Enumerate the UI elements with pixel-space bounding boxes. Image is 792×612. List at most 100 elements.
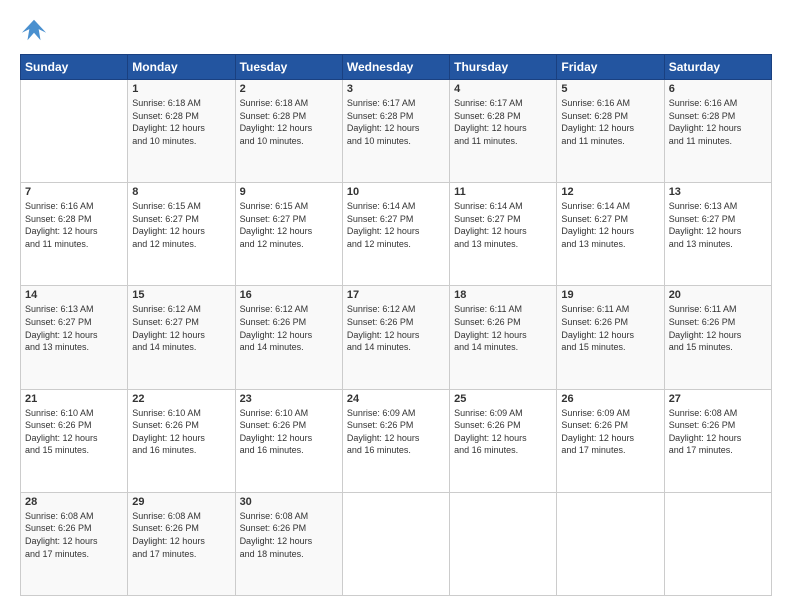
day-cell: 28 Sunrise: 6:08 AM Sunset: 6:26 PM Dayli… <box>21 492 128 595</box>
day-number: 21 <box>25 393 123 405</box>
day-number: 16 <box>240 289 338 301</box>
calendar-header: SundayMondayTuesdayWednesdayThursdayFrid… <box>21 55 772 80</box>
day-cell: 9Sunrise: 6:15 AM Sunset: 6:27 PM Daylig… <box>235 183 342 286</box>
day-cell: 12 Sunrise: 6:14 AM Sunset: 6:27 PM Dayli… <box>557 183 664 286</box>
day-cell: 2 Sunrise: 6:18 AM Sunset: 6:28 PM Daylig… <box>235 80 342 183</box>
day-cell <box>557 492 664 595</box>
day-cell <box>664 492 771 595</box>
day-cell: 19 Sunrise: 6:11 AM Sunset: 6:26 PM Dayli… <box>557 286 664 389</box>
week-row: 7 Sunrise: 6:16 AM Sunset: 6:28 PM Daylig… <box>21 183 772 286</box>
day-info: Sunrise: 6:09 AM Sunset: 6:26 PM Dayligh… <box>454 407 552 457</box>
calendar-table: SundayMondayTuesdayWednesdayThursdayFrid… <box>20 54 772 596</box>
day-cell <box>450 492 557 595</box>
day-cell: 18 Sunrise: 6:11 AM Sunset: 6:26 PM Dayli… <box>450 286 557 389</box>
day-info: Sunrise: 6:10 AM Sunset: 6:26 PM Dayligh… <box>240 407 338 457</box>
calendar-body: 1 Sunrise: 6:18 AM Sunset: 6:28 PM Daylig… <box>21 80 772 596</box>
day-cell: 6 Sunrise: 6:16 AM Sunset: 6:28 PM Daylig… <box>664 80 771 183</box>
day-info: Sunrise: 6:14 AM Sunset: 6:27 PM Dayligh… <box>347 200 445 250</box>
day-number: 29 <box>132 496 230 508</box>
day-number: 5 <box>561 83 659 95</box>
day-cell: 3 Sunrise: 6:17 AM Sunset: 6:28 PM Daylig… <box>342 80 449 183</box>
day-info: Sunrise: 6:11 AM Sunset: 6:26 PM Dayligh… <box>454 303 552 353</box>
day-cell: 5 Sunrise: 6:16 AM Sunset: 6:28 PM Daylig… <box>557 80 664 183</box>
day-info: Sunrise: 6:16 AM Sunset: 6:28 PM Dayligh… <box>25 200 123 250</box>
day-number: 17 <box>347 289 445 301</box>
day-number: 28 <box>25 496 123 508</box>
day-info: Sunrise: 6:16 AM Sunset: 6:28 PM Dayligh… <box>669 97 767 147</box>
day-cell <box>342 492 449 595</box>
day-info: Sunrise: 6:08 AM Sunset: 6:26 PM Dayligh… <box>25 510 123 560</box>
day-number: 12 <box>561 186 659 198</box>
day-number: 26 <box>561 393 659 405</box>
day-number: 22 <box>132 393 230 405</box>
day-cell: 25 Sunrise: 6:09 AM Sunset: 6:26 PM Dayli… <box>450 389 557 492</box>
day-info: Sunrise: 6:08 AM Sunset: 6:26 PM Dayligh… <box>132 510 230 560</box>
header <box>20 16 772 44</box>
day-number: 6 <box>669 83 767 95</box>
day-number: 23 <box>240 393 338 405</box>
day-info: Sunrise: 6:13 AM Sunset: 6:27 PM Dayligh… <box>25 303 123 353</box>
week-row: 1 Sunrise: 6:18 AM Sunset: 6:28 PM Daylig… <box>21 80 772 183</box>
logo-icon <box>20 16 48 44</box>
day-cell: 1Sunrise: 6:18 AM Sunset: 6:28 PM Daylig… <box>128 80 235 183</box>
day-number: 11 <box>454 186 552 198</box>
day-number: 4 <box>454 83 552 95</box>
day-info: Sunrise: 6:15 AM Sunset: 6:27 PM Dayligh… <box>240 200 338 250</box>
day-number: 1 <box>132 83 230 95</box>
day-cell: 7 Sunrise: 6:16 AM Sunset: 6:28 PM Daylig… <box>21 183 128 286</box>
day-info: Sunrise: 6:09 AM Sunset: 6:26 PM Dayligh… <box>347 407 445 457</box>
day-number: 30 <box>240 496 338 508</box>
day-cell: 14 Sunrise: 6:13 AM Sunset: 6:27 PM Dayli… <box>21 286 128 389</box>
day-info: Sunrise: 6:12 AM Sunset: 6:26 PM Dayligh… <box>347 303 445 353</box>
day-info: Sunrise: 6:16 AM Sunset: 6:28 PM Dayligh… <box>561 97 659 147</box>
day-cell: 22 Sunrise: 6:10 AM Sunset: 6:26 PM Dayli… <box>128 389 235 492</box>
day-number: 25 <box>454 393 552 405</box>
day-cell: 23 Sunrise: 6:10 AM Sunset: 6:26 PM Dayli… <box>235 389 342 492</box>
day-header-wednesday: Wednesday <box>342 55 449 80</box>
page: SundayMondayTuesdayWednesdayThursdayFrid… <box>0 0 792 612</box>
week-row: 14 Sunrise: 6:13 AM Sunset: 6:27 PM Dayli… <box>21 286 772 389</box>
day-cell: 17 Sunrise: 6:12 AM Sunset: 6:26 PM Dayli… <box>342 286 449 389</box>
header-row: SundayMondayTuesdayWednesdayThursdayFrid… <box>21 55 772 80</box>
day-header-friday: Friday <box>557 55 664 80</box>
day-cell: 10 Sunrise: 6:14 AM Sunset: 6:27 PM Dayli… <box>342 183 449 286</box>
day-info: Sunrise: 6:11 AM Sunset: 6:26 PM Dayligh… <box>561 303 659 353</box>
day-number: 27 <box>669 393 767 405</box>
day-info: Sunrise: 6:17 AM Sunset: 6:28 PM Dayligh… <box>454 97 552 147</box>
day-cell: 30 Sunrise: 6:08 AM Sunset: 6:26 PM Dayli… <box>235 492 342 595</box>
day-info: Sunrise: 6:17 AM Sunset: 6:28 PM Dayligh… <box>347 97 445 147</box>
day-info: Sunrise: 6:08 AM Sunset: 6:26 PM Dayligh… <box>240 510 338 560</box>
day-number: 14 <box>25 289 123 301</box>
day-number: 2 <box>240 83 338 95</box>
logo <box>20 16 52 44</box>
day-cell: 27 Sunrise: 6:08 AM Sunset: 6:26 PM Dayli… <box>664 389 771 492</box>
day-number: 10 <box>347 186 445 198</box>
day-number: 19 <box>561 289 659 301</box>
day-number: 3 <box>347 83 445 95</box>
day-info: Sunrise: 6:08 AM Sunset: 6:26 PM Dayligh… <box>669 407 767 457</box>
day-header-saturday: Saturday <box>664 55 771 80</box>
day-info: Sunrise: 6:18 AM Sunset: 6:28 PM Dayligh… <box>240 97 338 147</box>
day-cell: 24 Sunrise: 6:09 AM Sunset: 6:26 PM Dayli… <box>342 389 449 492</box>
day-number: 13 <box>669 186 767 198</box>
day-info: Sunrise: 6:14 AM Sunset: 6:27 PM Dayligh… <box>454 200 552 250</box>
day-header-sunday: Sunday <box>21 55 128 80</box>
day-info: Sunrise: 6:10 AM Sunset: 6:26 PM Dayligh… <box>132 407 230 457</box>
day-info: Sunrise: 6:11 AM Sunset: 6:26 PM Dayligh… <box>669 303 767 353</box>
day-cell: 21 Sunrise: 6:10 AM Sunset: 6:26 PM Dayli… <box>21 389 128 492</box>
day-number: 8 <box>132 186 230 198</box>
day-cell: 4 Sunrise: 6:17 AM Sunset: 6:28 PM Daylig… <box>450 80 557 183</box>
day-number: 15 <box>132 289 230 301</box>
day-header-monday: Monday <box>128 55 235 80</box>
day-number: 18 <box>454 289 552 301</box>
day-info: Sunrise: 6:10 AM Sunset: 6:26 PM Dayligh… <box>25 407 123 457</box>
day-info: Sunrise: 6:14 AM Sunset: 6:27 PM Dayligh… <box>561 200 659 250</box>
day-number: 7 <box>25 186 123 198</box>
day-cell: 29 Sunrise: 6:08 AM Sunset: 6:26 PM Dayli… <box>128 492 235 595</box>
day-header-tuesday: Tuesday <box>235 55 342 80</box>
day-number: 24 <box>347 393 445 405</box>
day-header-thursday: Thursday <box>450 55 557 80</box>
week-row: 28 Sunrise: 6:08 AM Sunset: 6:26 PM Dayli… <box>21 492 772 595</box>
day-cell: 20Sunrise: 6:11 AM Sunset: 6:26 PM Dayli… <box>664 286 771 389</box>
day-info: Sunrise: 6:09 AM Sunset: 6:26 PM Dayligh… <box>561 407 659 457</box>
